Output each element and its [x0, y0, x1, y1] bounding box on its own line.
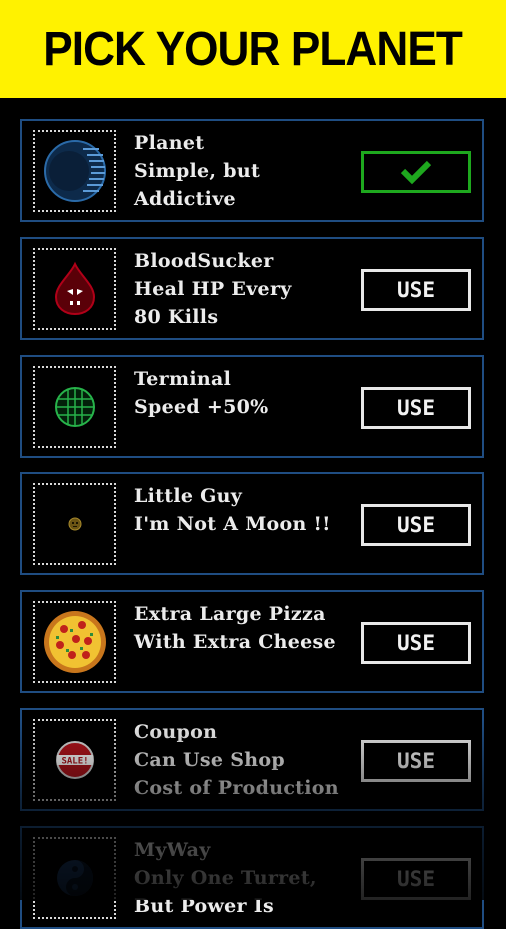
planet-name: Terminal — [134, 368, 232, 390]
page-title: PICK YOUR PLANET — [43, 22, 464, 76]
use-button[interactable]: USE — [361, 622, 471, 664]
planet-effect-line: Can Use Shop — [134, 749, 285, 771]
planet-name: MyWay — [134, 839, 211, 861]
planet-name: Little Guy — [134, 485, 243, 507]
planet-thumbnail: SALE! — [33, 719, 116, 801]
planet-effect-line: Heal HP Every — [134, 278, 292, 300]
planet-description: Planet Simple, but Addictive — [134, 129, 374, 213]
svg-text:SALE!: SALE! — [61, 757, 88, 767]
planet-effect-line: With Extra Cheese — [134, 631, 336, 653]
planet-name: Extra Large Pizza — [134, 603, 326, 625]
planet-effect-line: Speed +50% — [134, 396, 269, 418]
planet-description: Extra Large Pizza With Extra Cheese — [134, 600, 374, 656]
use-button[interactable]: USE — [361, 740, 471, 782]
planet-thumbnail — [33, 601, 116, 683]
planet-effect-line: But Power Is — [134, 895, 274, 917]
use-button[interactable]: USE — [361, 858, 471, 900]
planet-card-terminal[interactable]: Terminal Speed +50% USE — [20, 355, 484, 458]
yin-yang-icon — [56, 860, 93, 896]
sale-coupon-icon: SALE! — [55, 741, 94, 779]
pizza-icon — [43, 611, 106, 673]
planet-name: BloodSucker — [134, 250, 274, 272]
planet-thumbnail — [33, 130, 116, 212]
small-face-icon — [68, 517, 81, 531]
planet-effect-line: 80 Kills — [134, 306, 219, 328]
planet-thumbnail — [33, 837, 116, 919]
blue-planet-icon — [43, 140, 106, 202]
planet-effect-line: Addictive — [134, 188, 236, 210]
planet-effect-line: Simple, but — [134, 160, 261, 182]
planet-card-planet[interactable]: Planet Simple, but Addictive — [20, 119, 484, 222]
title-banner: PICK YOUR PLANET — [0, 0, 506, 98]
checkmark-icon — [400, 160, 432, 185]
planet-card-extra-large-pizza[interactable]: Extra Large Pizza With Extra Cheese USE — [20, 590, 484, 693]
planet-name: Coupon — [134, 721, 218, 743]
planet-effect-line: I'm Not A Moon !! — [134, 513, 331, 535]
planet-description: Terminal Speed +50% — [134, 365, 374, 421]
use-button[interactable]: USE — [361, 387, 471, 429]
planet-effect-line: Cost of Production — [134, 777, 339, 799]
planet-card-coupon[interactable]: SALE! Coupon Can Use Shop Cost of Produc… — [20, 708, 484, 811]
planet-thumbnail — [33, 366, 116, 448]
planet-effect-line: Only One Turret, — [134, 867, 317, 889]
green-globe-icon — [54, 387, 95, 427]
planet-thumbnail — [33, 483, 116, 565]
planet-card-little-guy[interactable]: Little Guy I'm Not A Moon !! USE — [20, 472, 484, 575]
planet-description: Little Guy I'm Not A Moon !! — [134, 482, 374, 538]
planet-description: MyWay Only One Turret, But Power Is — [134, 836, 374, 920]
use-button[interactable]: USE — [361, 504, 471, 546]
planet-card-myway[interactable]: MyWay Only One Turret, But Power Is USE — [20, 826, 484, 929]
selected-planet-button[interactable] — [361, 151, 471, 193]
planet-name: Planet — [134, 132, 205, 154]
planet-description: Coupon Can Use Shop Cost of Production — [134, 718, 374, 802]
use-button[interactable]: USE — [361, 269, 471, 311]
planet-description: BloodSucker Heal HP Every 80 Kills — [134, 247, 374, 331]
planet-card-bloodsucker[interactable]: BloodSucker Heal HP Every 80 Kills USE — [20, 237, 484, 340]
planet-thumbnail — [33, 248, 116, 330]
blood-drop-icon — [54, 261, 95, 316]
